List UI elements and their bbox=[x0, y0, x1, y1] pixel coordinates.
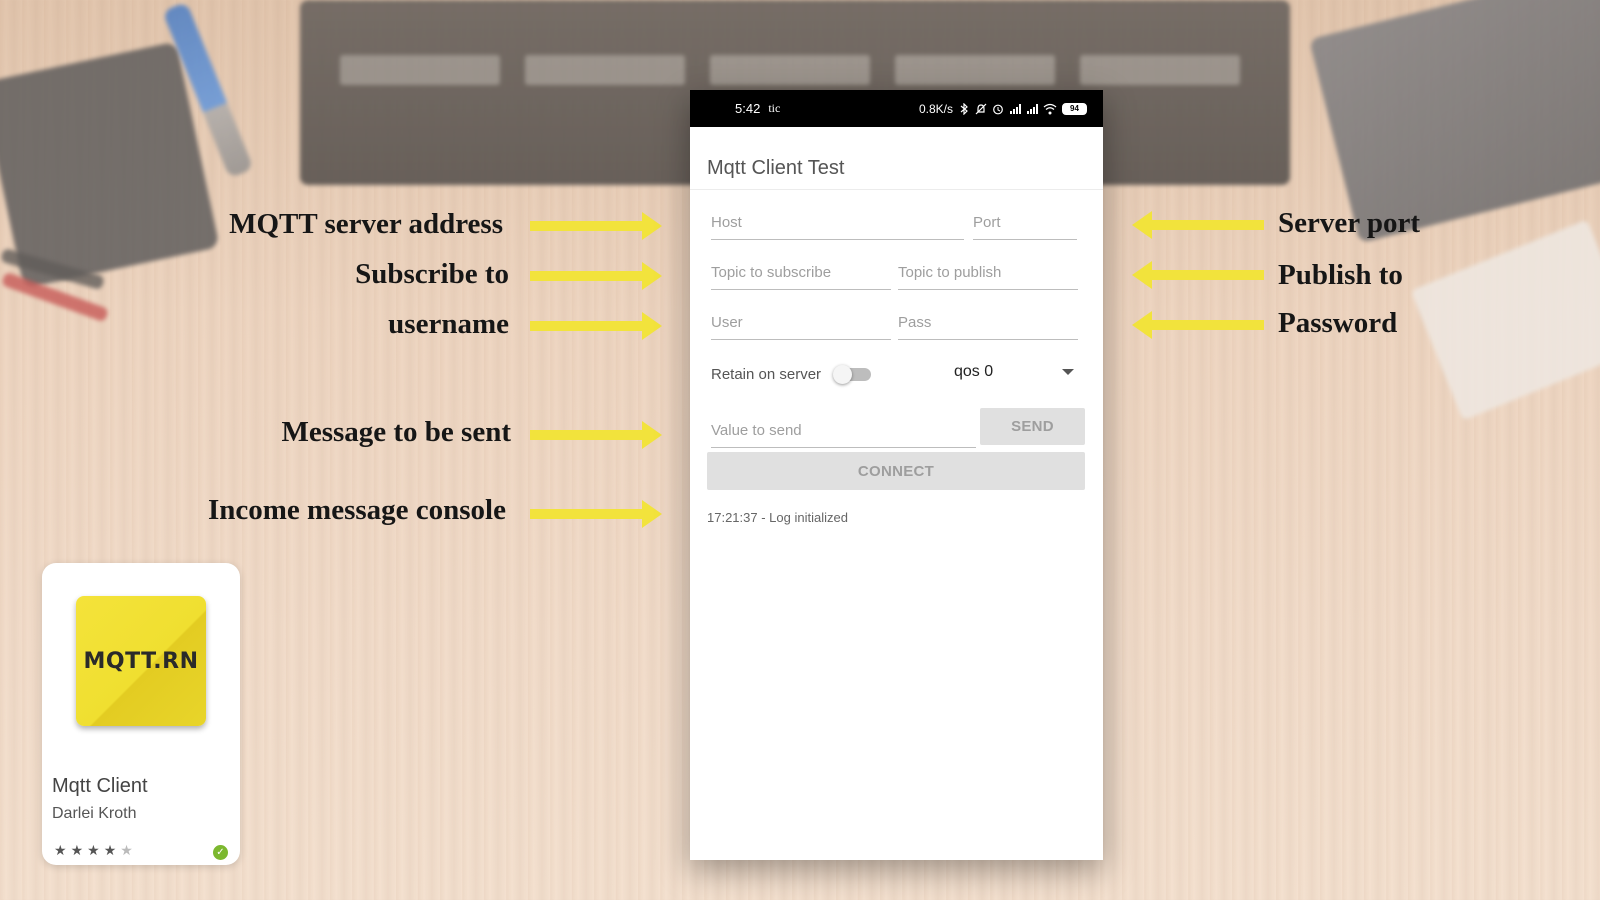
arrow-right-icon bbox=[530, 312, 662, 340]
status-carrier: tic bbox=[768, 101, 781, 115]
annotation-password: Password bbox=[1278, 307, 1398, 339]
bluetooth-icon bbox=[960, 102, 968, 115]
toggle-thumb bbox=[833, 365, 853, 384]
star-icon: ★ bbox=[103, 843, 117, 859]
annotation-subscribe: Subscribe to bbox=[355, 258, 509, 290]
annotation-server-address: MQTT server address bbox=[229, 208, 503, 240]
annotation-server-port: Server port bbox=[1278, 207, 1420, 239]
retain-row: Retain on server bbox=[711, 365, 873, 384]
retain-toggle[interactable] bbox=[833, 365, 873, 384]
annotation-console: Income message console bbox=[207, 494, 506, 526]
retain-label: Retain on server bbox=[711, 365, 822, 383]
signal-icon bbox=[1027, 103, 1038, 114]
dropdown-caret-icon bbox=[1062, 369, 1074, 375]
star-half-icon: ★ bbox=[120, 843, 133, 859]
connect-button[interactable]: CONNECT bbox=[707, 452, 1085, 490]
mute-icon bbox=[975, 103, 987, 114]
status-speed: 0.8K/s bbox=[918, 101, 953, 116]
phone-screen: 5:42 tic 0.8K/s 94 Mqtt Client Test Host… bbox=[690, 90, 1103, 860]
annotation-username: username bbox=[388, 308, 509, 340]
qos-select[interactable]: qos 0 bbox=[954, 363, 1074, 381]
port-input[interactable]: Port bbox=[973, 210, 1077, 240]
star-icon: ★ bbox=[87, 843, 100, 859]
app-logo: MQTT.RN bbox=[76, 596, 206, 726]
arrow-left-icon bbox=[1132, 311, 1264, 339]
arrow-left-icon bbox=[1132, 211, 1264, 239]
qos-value: qos 0 bbox=[954, 363, 994, 380]
app-name: Mqtt Client bbox=[52, 775, 148, 797]
status-icons: 0.8K/s 94 bbox=[919, 102, 1087, 116]
app-bar: Mqtt Client Test bbox=[690, 127, 1103, 190]
rating-stars: ★ ★ ★ ★ ★ bbox=[54, 843, 133, 859]
status-time: 5:42 bbox=[735, 101, 761, 116]
user-input[interactable]: User bbox=[711, 310, 891, 340]
wifi-icon bbox=[1043, 103, 1057, 114]
verified-check-icon: ✓ bbox=[213, 845, 228, 860]
battery-icon: 94 bbox=[1062, 102, 1087, 115]
annotation-publish: Publish to bbox=[1278, 259, 1403, 291]
log-console: 17:21:37 - Log initialized bbox=[707, 510, 848, 525]
signal-icon bbox=[1010, 103, 1021, 114]
arrow-right-icon bbox=[530, 262, 662, 290]
app-store-card[interactable]: MQTT.RN Mqtt Client Darlei Kroth ★ ★ ★ ★… bbox=[42, 563, 240, 865]
star-icon: ★ bbox=[54, 843, 67, 859]
arrow-right-icon bbox=[530, 421, 662, 449]
arrow-right-icon bbox=[530, 212, 662, 240]
annotation-message: Message to be sent bbox=[281, 416, 511, 448]
value-input[interactable]: Value to send bbox=[711, 418, 976, 448]
alarm-icon bbox=[993, 104, 1003, 114]
star-icon: ★ bbox=[70, 843, 84, 859]
app-title: Mqtt Client Test bbox=[707, 157, 845, 179]
subscribe-topic-input[interactable]: Topic to subscribe bbox=[711, 260, 891, 290]
publish-topic-input[interactable]: Topic to publish bbox=[898, 260, 1078, 290]
app-developer: Darlei Kroth bbox=[52, 805, 137, 822]
status-bar: 5:42 tic 0.8K/s 94 bbox=[690, 90, 1103, 127]
host-input[interactable]: Host bbox=[711, 210, 964, 240]
arrow-right-icon bbox=[530, 500, 662, 528]
arrow-left-icon bbox=[1132, 261, 1264, 289]
pass-input[interactable]: Pass bbox=[898, 310, 1078, 340]
send-button[interactable]: SEND bbox=[980, 408, 1085, 445]
